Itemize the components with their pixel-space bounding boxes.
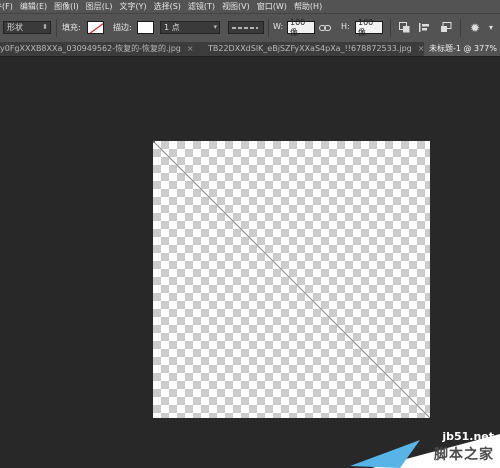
menu-type[interactable]: 文字(Y)	[119, 1, 146, 12]
divider	[56, 19, 57, 37]
chevron-down-icon: ▾	[213, 23, 217, 31]
menu-layer[interactable]: 图层(L)	[86, 1, 113, 12]
tab-document-active[interactable]: 未标题-1 @ 377%	[424, 42, 500, 56]
menu-view[interactable]: 视图(V)	[222, 1, 250, 12]
menu-help[interactable]: 帮助(H)	[294, 1, 322, 12]
close-icon[interactable]: ×	[187, 44, 194, 53]
tab-document-1[interactable]: y0FgXXXB8XXa_030949562-恢复的-恢复的.jpg ×	[0, 42, 198, 56]
fill-swatch[interactable]	[87, 21, 104, 34]
watermark: jb51.net 脚本之家	[350, 420, 500, 468]
fill-label: 填充:	[62, 23, 81, 32]
stroke-width-value: 1 点	[164, 23, 180, 32]
width-input[interactable]: 100 像	[287, 18, 315, 37]
width-value: 100 像	[290, 17, 306, 37]
document-tabs: y0FgXXXB8XXa_030949562-恢复的-恢复的.jpg × TB22…	[0, 42, 500, 57]
link-icon[interactable]	[318, 21, 332, 35]
divider	[460, 19, 461, 37]
divider	[268, 19, 269, 37]
no-fill-icon	[89, 22, 103, 33]
stroke-label: 描边:	[113, 23, 132, 32]
options-bar: 形状 ⬍ 填充: 描边: 1 点 ▾ W: 100 像 H: 100 像 ✹ ▾	[0, 13, 500, 43]
menu-edit[interactable]: 编辑(E)	[20, 1, 47, 12]
menu-bar: 件(F) 编辑(E) 图像(I) 图层(L) 文字(Y) 选择(S) 滤镜(T)…	[0, 0, 500, 13]
stroke-width-select[interactable]: 1 点 ▾	[160, 21, 220, 34]
chevron-down-icon[interactable]: ▾	[484, 21, 498, 35]
path-arrange-icon[interactable]	[439, 21, 453, 35]
gear-icon[interactable]: ✹	[468, 21, 482, 35]
document-canvas[interactable]	[153, 141, 430, 418]
height-value: 100 像	[358, 17, 374, 37]
updown-arrow-icon: ⬍	[42, 23, 48, 31]
menu-image[interactable]: 图像(I)	[54, 1, 79, 12]
tab-document-2[interactable]: TB22DXXdSlK_eBjSZFyXXaS4pXa_!!678872533.…	[202, 42, 426, 56]
watermark-site-name: 脚本之家	[434, 447, 494, 463]
tool-mode-select[interactable]: 形状 ⬍	[3, 21, 51, 34]
path-operations-icon[interactable]	[397, 21, 411, 35]
path-align-icon[interactable]	[417, 21, 431, 35]
dashed-line-icon	[232, 26, 258, 29]
menu-file[interactable]: 件(F)	[0, 1, 13, 12]
tab-label: 未标题-1 @ 377%	[429, 44, 497, 53]
menu-select[interactable]: 选择(S)	[154, 1, 181, 12]
stroke-type-select[interactable]	[228, 21, 264, 34]
height-label: H:	[341, 22, 350, 31]
stroke-swatch[interactable]	[137, 21, 154, 34]
tab-label: y0FgXXXB8XXa_030949562-恢复的-恢复的.jpg	[0, 44, 181, 53]
tool-mode-value: 形状	[7, 23, 23, 32]
height-input[interactable]: 100 像	[355, 18, 383, 37]
divider	[390, 19, 391, 37]
tab-label: TB22DXXdSlK_eBjSZFyXXaS4pXa_!!678872533.…	[208, 44, 412, 53]
width-label: W:	[273, 22, 284, 31]
menu-window[interactable]: 窗口(W)	[257, 1, 287, 12]
shape-path-line[interactable]	[153, 141, 430, 418]
watermark-url: jb51.net	[442, 430, 494, 443]
menu-filter[interactable]: 滤镜(T)	[188, 1, 215, 12]
